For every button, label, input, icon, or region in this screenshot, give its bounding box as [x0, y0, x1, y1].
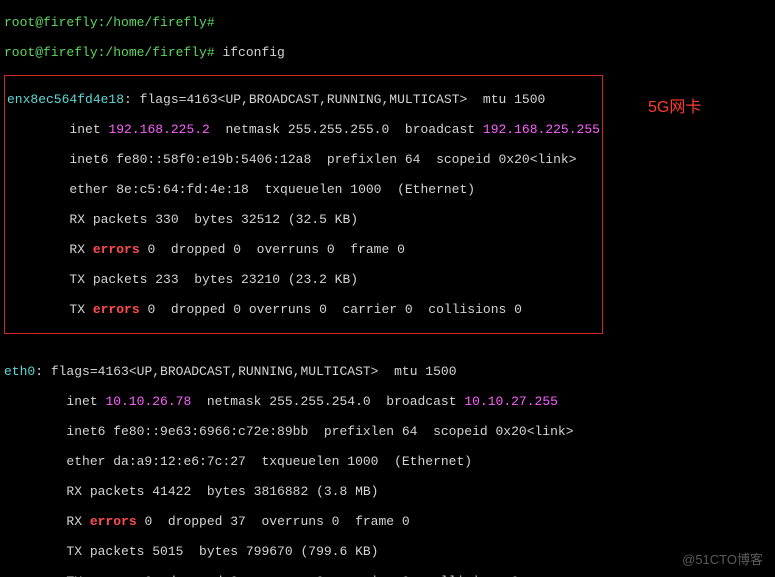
watermark: @51CTO博客	[682, 552, 763, 567]
broadcast-address: 10.10.27.255	[464, 394, 558, 409]
ether-line: ether 8e:c5:64:fd:4e:18 txqueuelen 1000 …	[7, 182, 600, 197]
broadcast-address: 192.168.225.255	[483, 122, 600, 137]
errors-word: errors	[90, 514, 137, 529]
inet6-line: inet6 fe80::9e63:6966:c72e:89bb prefixle…	[4, 424, 771, 439]
rx-packets-line: RX packets 330 bytes 32512 (32.5 KB)	[7, 212, 600, 227]
prompt-line-1: root@firefly:/home/firefly#	[4, 15, 771, 30]
tx-packets-line: TX packets 233 bytes 23210 (23.2 KB)	[7, 272, 600, 287]
command-text: ifconfig	[222, 45, 284, 60]
errors-word: errors	[93, 242, 140, 257]
terminal-output: root@firefly:/home/firefly# root@firefly…	[0, 0, 775, 577]
ether-line: ether da:a9:12:e6:7c:27 txqueuelen 1000 …	[4, 454, 771, 469]
prompt: root@firefly:/home/firefly#	[4, 15, 222, 30]
prompt-line-2: root@firefly:/home/firefly# ifconfig	[4, 45, 771, 60]
ip-address: 10.10.26.78	[105, 394, 191, 409]
tx-errors-line: TX errors 0 dropped 0 overruns 0 carrier…	[7, 302, 600, 317]
prompt: root@firefly:/home/firefly#	[4, 45, 222, 60]
tx-packets-line: TX packets 5015 bytes 799670 (799.6 KB)	[4, 544, 771, 559]
ip-address: 192.168.225.2	[108, 122, 209, 137]
iface-name: eth0	[4, 364, 35, 379]
inet-line: inet 192.168.225.2 netmask 255.255.255.0…	[7, 122, 600, 137]
rx-errors-line: RX errors 0 dropped 37 overruns 0 frame …	[4, 514, 771, 529]
iface-name: enx8ec564fd4e18	[7, 92, 124, 107]
iface-flags: flags=4163<UP,BROADCAST,RUNNING,MULTICAS…	[132, 92, 545, 107]
highlight-box-5g: enx8ec564fd4e18: flags=4163<UP,BROADCAST…	[4, 75, 603, 334]
errors-word: errors	[93, 302, 140, 317]
inet6-line: inet6 fe80::58f0:e19b:5406:12a8 prefixle…	[7, 152, 600, 167]
inet-line: inet 10.10.26.78 netmask 255.255.254.0 b…	[4, 394, 771, 409]
rx-packets-line: RX packets 41422 bytes 3816882 (3.8 MB)	[4, 484, 771, 499]
iface-flags: flags=4163<UP,BROADCAST,RUNNING,MULTICAS…	[43, 364, 456, 379]
rx-errors-line: RX errors 0 dropped 0 overruns 0 frame 0	[7, 242, 600, 257]
iface-header: enx8ec564fd4e18: flags=4163<UP,BROADCAST…	[7, 92, 600, 107]
iface-header: eth0: flags=4163<UP,BROADCAST,RUNNING,MU…	[4, 364, 771, 379]
annotation-5g-card: 5G网卡	[648, 100, 701, 115]
